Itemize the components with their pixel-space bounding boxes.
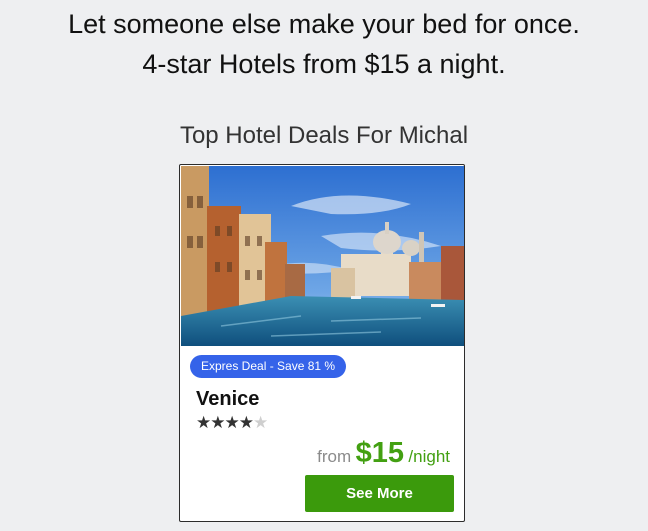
section-title: Top Hotel Deals For Michal bbox=[179, 122, 469, 149]
see-more-button[interactable]: See More bbox=[305, 475, 454, 512]
headline: Let someone else make your bed for once.… bbox=[0, 4, 648, 84]
venice-photo[interactable] bbox=[181, 166, 464, 346]
hotel-city[interactable]: Venice bbox=[196, 388, 259, 411]
star-rating: ★★★★★ bbox=[196, 413, 268, 432]
price-from-label: from bbox=[317, 447, 352, 466]
star-icon: ★ bbox=[196, 413, 211, 432]
star-icon: ★ bbox=[224, 413, 240, 432]
price-row: from $15 /night bbox=[317, 437, 450, 470]
star-empty-icon: ★ bbox=[253, 413, 268, 432]
star-icon: ★ bbox=[238, 413, 254, 432]
star-icon: ★ bbox=[210, 413, 225, 432]
deal-badge: Expres Deal - Save 81 % bbox=[190, 355, 347, 378]
hotel-deal-card[interactable]: Expres Deal - Save 81 % Venice ★★★★★ fro… bbox=[179, 164, 465, 522]
price-unit: /night bbox=[408, 447, 450, 466]
headline-line-2: 4-star Hotels from $15 a night. bbox=[142, 49, 506, 79]
headline-line-1: Let someone else make your bed for once. bbox=[68, 9, 580, 39]
price-value: $15 bbox=[355, 437, 404, 469]
